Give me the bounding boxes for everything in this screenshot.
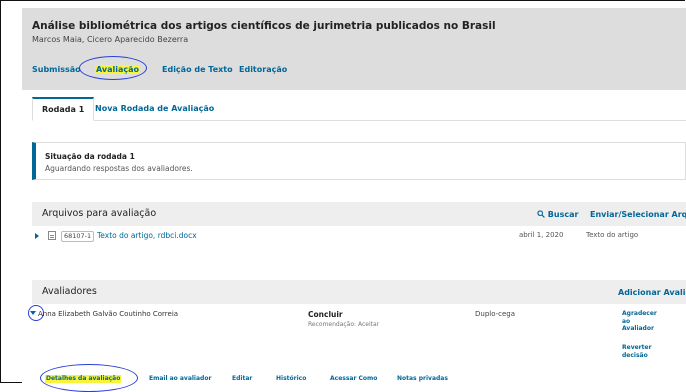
file-type: Texto do artigo bbox=[586, 231, 639, 239]
review-method: Duplo-cega bbox=[475, 310, 516, 318]
reviewer-name: Anna Elizabeth Galvão Coutinho Correia bbox=[38, 310, 179, 318]
email-reviewer-link[interactable]: Email ao avaliador bbox=[149, 375, 211, 383]
review-workflow-body: Rodada 1 Nova Rodada de Avaliação Situaç… bbox=[22, 90, 686, 383]
triangle-down-icon[interactable] bbox=[30, 311, 36, 315]
file-date: abril 1, 2020 bbox=[519, 231, 564, 239]
round-status-text: Aguardando respostas dos avaliadores. bbox=[45, 164, 193, 173]
file-icon bbox=[48, 231, 56, 240]
round-tabs: Rodada 1 Nova Rodada de Avaliação bbox=[32, 97, 686, 121]
round-status-title: Situação da rodada 1 bbox=[45, 152, 135, 161]
tab-edicao-de-texto[interactable]: Edição de Texto bbox=[162, 65, 233, 74]
review-status: Concluir bbox=[308, 310, 343, 319]
tab-avaliacao[interactable]: Avaliação bbox=[95, 65, 141, 74]
review-details-link[interactable]: Detalhes da avaliação bbox=[45, 375, 122, 383]
search-files-label: Buscar bbox=[547, 210, 579, 219]
submission-header: Análise bibliométrica dos artigos cientí… bbox=[22, 8, 686, 90]
file-row: 68107-1 Texto do artigo, rdbci.docx abri… bbox=[32, 228, 686, 246]
files-panel-header: Arquivos para avaliação Buscar Enviar/Se… bbox=[32, 202, 686, 226]
tab-editoracao[interactable]: Editoração bbox=[239, 65, 287, 74]
round-status-box: Situação da rodada 1 Aguardando resposta… bbox=[32, 142, 686, 180]
add-reviewer-button[interactable]: Adicionar Avaliador bbox=[618, 288, 686, 297]
history-link[interactable]: Histórico bbox=[276, 375, 306, 383]
triangle-right-icon[interactable] bbox=[35, 233, 39, 239]
private-notes-link[interactable]: Notas privadas bbox=[397, 375, 448, 383]
tab-rodada-1[interactable]: Rodada 1 bbox=[32, 97, 95, 121]
tab-avaliacao-label: Avaliação bbox=[95, 65, 141, 74]
reviewers-panel-title: Avaliadores bbox=[42, 286, 97, 297]
submission-authors: Marcos Maia, Cicero Aparecido Bezerra bbox=[32, 35, 189, 44]
login-as-link[interactable]: Acessar Como bbox=[330, 375, 377, 383]
reviewers-panel-header: Avaliadores Adicionar Avaliador bbox=[32, 280, 686, 304]
search-icon bbox=[537, 210, 545, 218]
submission-title: Análise bibliométrica dos artigos cientí… bbox=[32, 20, 496, 32]
review-recommendation: Recomendação: Aceitar bbox=[308, 321, 380, 328]
file-id-badge: 68107-1 bbox=[61, 231, 95, 242]
file-name-link[interactable]: Texto do artigo, rdbci.docx bbox=[97, 231, 197, 240]
search-files-button[interactable]: Buscar bbox=[537, 210, 578, 219]
files-panel-title: Arquivos para avaliação bbox=[42, 208, 157, 219]
tab-nova-rodada[interactable]: Nova Rodada de Avaliação bbox=[86, 98, 223, 119]
edit-reviewer-link[interactable]: Editar bbox=[232, 375, 252, 383]
thank-reviewer-link[interactable]: Agradecer ao Avaliador bbox=[622, 310, 658, 333]
revert-decision-link[interactable]: Reverter decisão bbox=[622, 344, 658, 359]
tab-submissao[interactable]: Submissão bbox=[32, 65, 81, 74]
upload-select-files-button[interactable]: Enviar/Selecionar Arquivos bbox=[590, 210, 686, 219]
